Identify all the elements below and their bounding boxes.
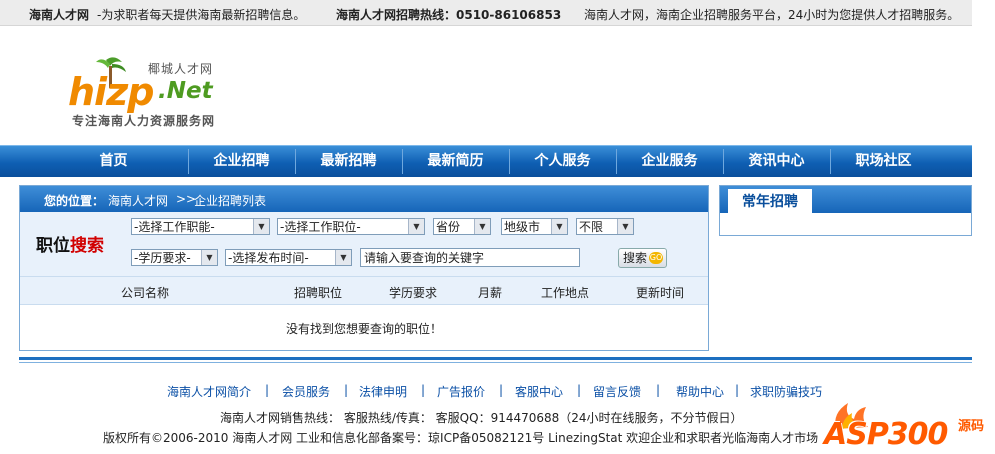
footer-link-help[interactable]: 帮助中心 — [676, 383, 724, 400]
chevron-down-icon: ▼ — [335, 250, 351, 265]
logo-main-text: hizp — [68, 70, 154, 114]
go-icon: GO — [649, 252, 663, 264]
watermark-suffix: 源码 — [958, 419, 985, 434]
district-value: 不限 — [579, 220, 604, 234]
nav-item-community[interactable]: 职场社区 — [830, 146, 937, 177]
footer-divider-thin — [19, 362, 972, 363]
asp300-watermark: ASP300 源码 — [822, 399, 994, 452]
chevron-down-icon: ▼ — [551, 219, 567, 234]
nav-item-latest-jobs[interactable]: 最新招聘 — [295, 146, 402, 177]
col-education: 学历要求 — [389, 286, 438, 300]
publish-time-select[interactable]: -选择发布时间- ▼ — [225, 249, 352, 266]
education-select[interactable]: -学历要求- ▼ — [131, 249, 218, 266]
footer-separator: | — [499, 383, 504, 397]
empty-results-message: 没有找到您想要查询的职位！ — [285, 322, 442, 336]
publish-time-value: -选择发布时间- — [228, 251, 309, 265]
logo-cn-name: 椰城人才网 — [148, 62, 214, 76]
col-salary: 月薪 — [478, 286, 503, 300]
job-position-value: -选择工作职位- — [280, 220, 361, 234]
search-title: 职位搜索 — [36, 231, 104, 256]
search-title-a: 职位 — [36, 236, 70, 256]
job-function-value: -选择工作职能- — [134, 220, 215, 234]
logo-tagline: 专注海南人力资源服务网 — [72, 114, 216, 128]
footer-link-member-service[interactable]: 会员服务 — [282, 383, 330, 400]
breadcrumb-current: 企业招聘列表 — [194, 194, 267, 208]
footer-separator: | — [344, 383, 349, 397]
chevron-down-icon: ▼ — [253, 219, 269, 234]
footer-link-customer-service[interactable]: 客服中心 — [515, 383, 563, 400]
footer-copyright: 版权所有©2006-2010 海南人才网 工业和信息化部备案号：琼ICP备050… — [103, 431, 819, 445]
footer-hotline: 海南人才网销售热线： 客服热线/传真： 客服QQ：914470688（24小时在… — [220, 411, 743, 425]
watermark-text: ASP300 — [824, 417, 948, 452]
province-select[interactable]: 省份 ▼ — [433, 218, 491, 235]
site-tagline: -为求职者每天提供海南最新招聘信息。 — [97, 8, 306, 22]
footer-separator: | — [656, 383, 661, 397]
education-value: -学历要求- — [134, 251, 191, 265]
sidebar-tab-bar: 常年招聘 — [720, 186, 971, 213]
search-form: 职位搜索 -选择工作职能- ▼ -选择工作职位- ▼ 省份 ▼ 地级市 ▼ 不限 ▼ -学… — [20, 212, 708, 277]
footer-link-legal[interactable]: 法律申明 — [359, 383, 407, 400]
chevron-down-icon: ▼ — [617, 219, 633, 234]
hotline-label: 海南人才网招聘热线：0510-86106853 — [336, 8, 562, 22]
top-bar: 海南人才网 -为求职者每天提供海南最新招聘信息。 海南人才网招聘热线：0510-… — [0, 0, 972, 26]
results-table-header: 公司名称 招聘职位 学历要求 月薪 工作地点 更新时间 — [20, 277, 708, 305]
district-select[interactable]: 不限 ▼ — [576, 218, 634, 235]
footer-link-feedback[interactable]: 留言反馈 — [593, 383, 641, 400]
city-select[interactable]: 地级市 ▼ — [501, 218, 568, 235]
job-function-select[interactable]: -选择工作职能- ▼ — [131, 218, 270, 235]
province-value: 省份 — [436, 220, 461, 234]
footer-link-anti-fraud[interactable]: 求职防骗技巧 — [750, 383, 822, 400]
tab-year-round-recruit[interactable]: 常年招聘 — [728, 189, 812, 213]
col-job-title: 招聘职位 — [294, 286, 343, 300]
job-position-select[interactable]: -选择工作职位- ▼ — [277, 218, 425, 235]
site-slogan: 海南人才网，海南企业招聘服务平台，24小时为您提供人才招聘服务。 — [584, 8, 960, 22]
footer-separator: | — [421, 383, 426, 397]
breadcrumb-home-link[interactable]: 海南人才网 — [108, 192, 168, 209]
job-search-panel: 您的位置： 海南人才网 >> 企业招聘列表 职位搜索 -选择工作职能- ▼ -选择… — [19, 185, 709, 351]
search-button-label: 搜索 — [623, 251, 648, 265]
breadcrumb-label: 您的位置： — [44, 194, 105, 208]
site-logo[interactable]: hizp .Net 椰城人才网 专注海南人力资源服务网 — [66, 52, 256, 132]
nav-item-company-service[interactable]: 企业服务 — [616, 146, 723, 177]
nav-item-company-recruit[interactable]: 企业招聘 — [188, 146, 295, 177]
city-value: 地级市 — [504, 220, 541, 234]
search-button[interactable]: 搜索 GO — [618, 248, 667, 268]
footer-link-ad-pricing[interactable]: 广告报价 — [437, 383, 485, 400]
col-location: 工作地点 — [541, 286, 590, 300]
keyword-input[interactable]: 请输入要查询的关键字 — [360, 248, 580, 267]
main-nav: 首页 企业招聘 最新招聘 最新简历 个人服务 企业服务 资讯中心 职场社区 — [0, 145, 972, 177]
chevron-down-icon: ▼ — [408, 219, 424, 234]
col-update-time: 更新时间 — [636, 286, 685, 300]
footer-link-about[interactable]: 海南人才网简介 — [167, 383, 251, 400]
nav-item-personal-service[interactable]: 个人服务 — [509, 146, 616, 177]
site-name[interactable]: 海南人才网 — [29, 6, 89, 23]
footer-divider — [19, 357, 972, 360]
chevron-down-icon: ▼ — [201, 250, 217, 265]
logo-suffix-text: .Net — [158, 78, 213, 104]
nav-item-latest-resumes[interactable]: 最新简历 — [402, 146, 509, 177]
nav-item-home[interactable]: 首页 — [60, 146, 167, 177]
sidebar-box: 常年招聘 — [719, 185, 972, 236]
search-title-b: 搜索 — [70, 236, 104, 256]
col-company-name: 公司名称 — [121, 286, 170, 300]
nav-item-news-center[interactable]: 资讯中心 — [723, 146, 830, 177]
chevron-down-icon: ▼ — [474, 219, 490, 234]
footer-separator: | — [735, 383, 740, 397]
breadcrumb: 您的位置： 海南人才网 >> 企业招聘列表 — [20, 186, 708, 212]
footer-separator: | — [577, 383, 582, 397]
footer-separator: | — [265, 383, 270, 397]
